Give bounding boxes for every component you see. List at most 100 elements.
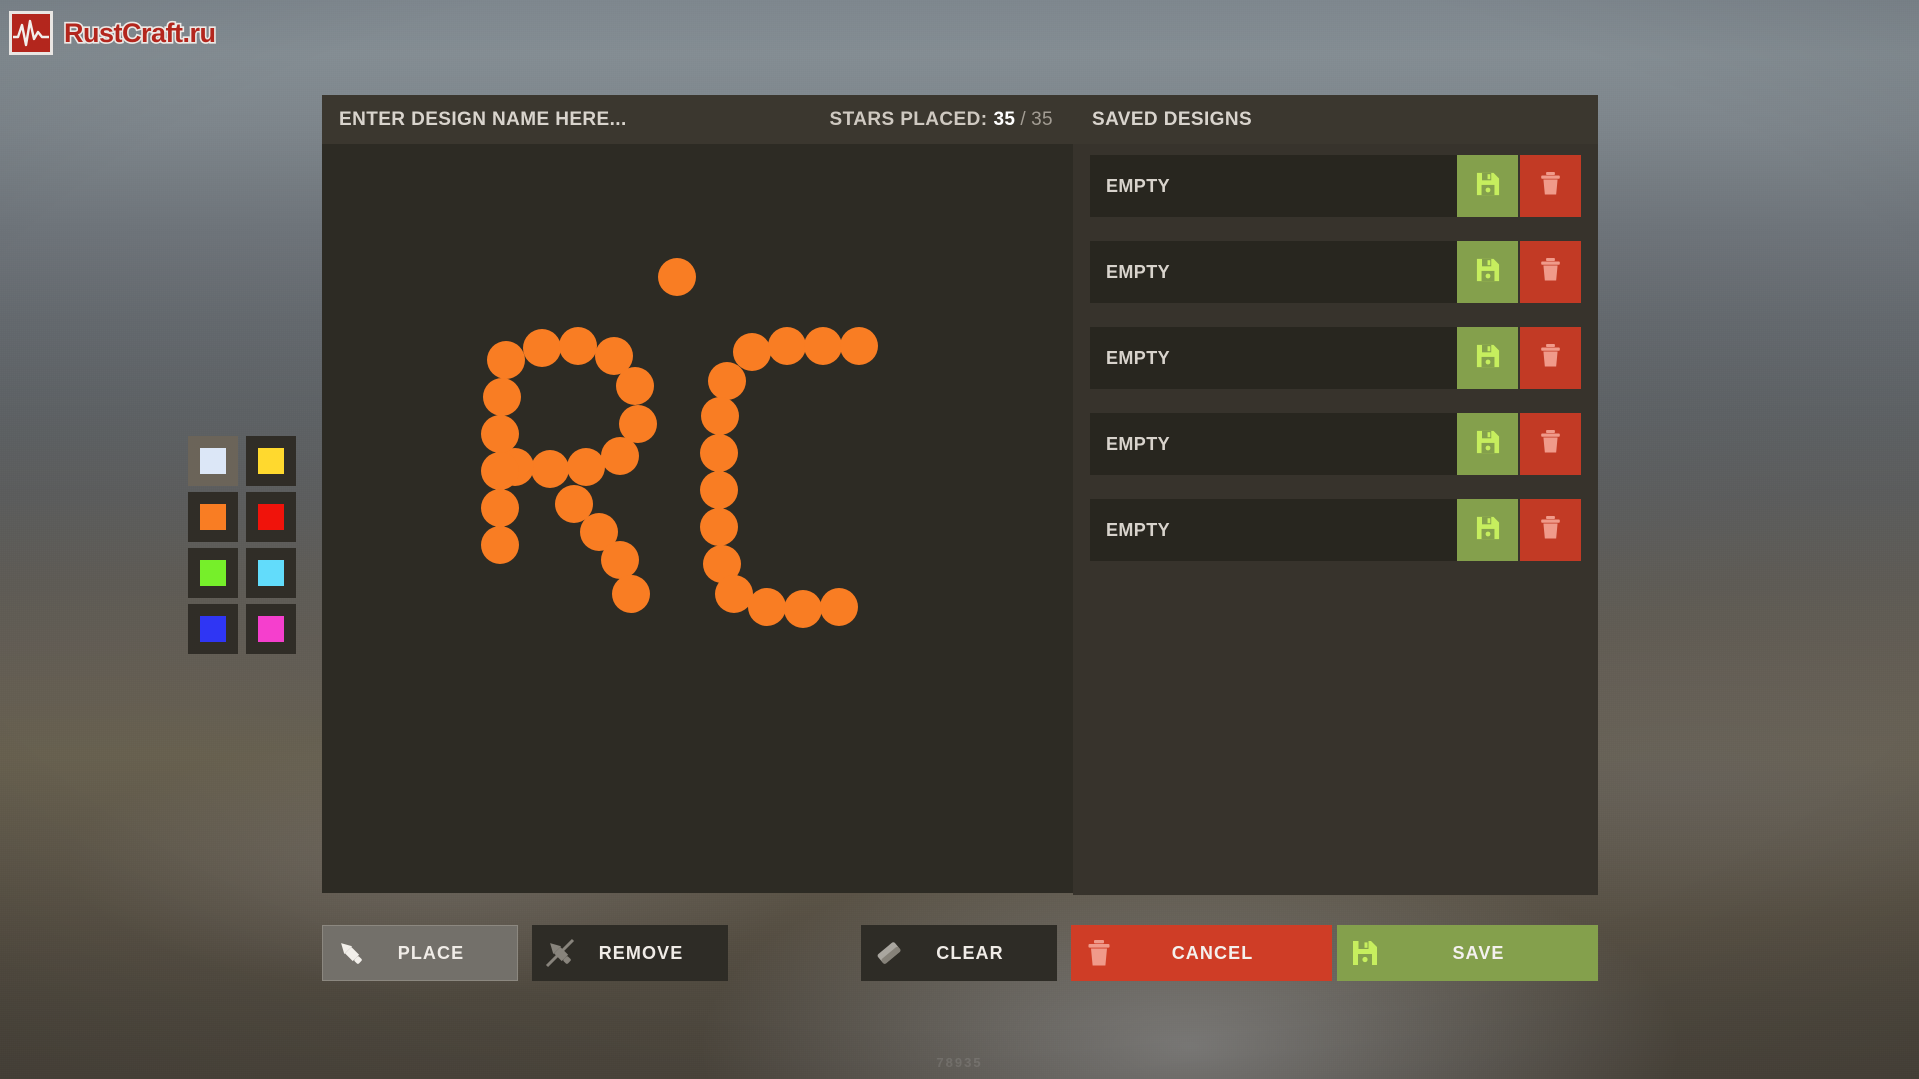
placed-star[interactable] <box>768 327 806 365</box>
saved-design-save-button[interactable] <box>1457 327 1518 389</box>
star-canvas-svg[interactable] <box>322 144 1073 893</box>
placed-star[interactable] <box>658 258 696 296</box>
saved-design-row: EMPTY <box>1090 327 1581 389</box>
saved-design-name[interactable]: EMPTY <box>1090 413 1457 475</box>
saved-design-name[interactable]: EMPTY <box>1090 155 1457 217</box>
placed-star[interactable] <box>601 541 639 579</box>
trash-icon <box>1539 515 1562 545</box>
color-swatch-blue[interactable] <box>188 604 238 654</box>
stars-placed-current: 35 <box>993 108 1016 130</box>
saved-design-name[interactable]: EMPTY <box>1090 241 1457 303</box>
placed-star[interactable] <box>612 575 650 613</box>
floppy-disk-icon <box>1476 172 1500 201</box>
color-swatch-green[interactable] <box>188 548 238 598</box>
saved-design-name[interactable]: EMPTY <box>1090 327 1457 389</box>
color-swatch-chip <box>258 448 284 474</box>
placed-star[interactable] <box>559 327 597 365</box>
color-swatch-chip <box>200 616 226 642</box>
color-swatch-chip <box>258 504 284 530</box>
placed-star[interactable] <box>700 471 738 509</box>
remove-button[interactable]: REMOVE <box>532 925 728 981</box>
saved-designs-title: SAVED DESIGNS <box>1092 108 1253 130</box>
placed-star[interactable] <box>715 575 753 613</box>
color-swatch-yellow[interactable] <box>246 436 296 486</box>
dialog-header: STARS PLACED: 35 / 35 SAVED DESIGNS <box>322 95 1598 144</box>
placed-star[interactable] <box>708 362 746 400</box>
placed-star[interactable] <box>840 327 878 365</box>
color-swatch-chip <box>258 616 284 642</box>
placed-star[interactable] <box>820 588 858 626</box>
stars-placed-separator: / <box>1020 108 1027 130</box>
saved-design-delete-button[interactable] <box>1520 413 1581 475</box>
placed-star[interactable] <box>567 448 605 486</box>
saved-design-save-button[interactable] <box>1457 155 1518 217</box>
saved-design-save-button[interactable] <box>1457 499 1518 561</box>
site-logo-text: RustCraft.ru <box>62 16 217 49</box>
placed-star[interactable] <box>619 405 657 443</box>
placed-star[interactable] <box>700 508 738 546</box>
placed-star[interactable] <box>523 329 561 367</box>
floppy-disk-icon <box>1476 516 1500 545</box>
color-swatch-chip <box>258 560 284 586</box>
place-button-label: PLACE <box>397 942 465 963</box>
floppy-disk-icon <box>1476 258 1500 287</box>
saved-design-delete-button[interactable] <box>1520 327 1581 389</box>
save-button-label: SAVE <box>1452 942 1505 963</box>
place-button[interactable]: PLACE <box>322 925 518 981</box>
trash-icon <box>1071 925 1127 981</box>
placed-star[interactable] <box>481 526 519 564</box>
saved-design-delete-button[interactable] <box>1520 155 1581 217</box>
color-swatch-cyan[interactable] <box>246 548 296 598</box>
clear-button[interactable]: CLEAR <box>861 925 1057 981</box>
saved-design-row: EMPTY <box>1090 499 1581 561</box>
design-name-input[interactable] <box>339 108 769 131</box>
placed-star[interactable] <box>784 590 822 628</box>
eraser-icon <box>861 925 917 981</box>
cancel-button[interactable]: CANCEL <box>1071 925 1332 981</box>
footer-code: 78935 <box>936 1055 983 1070</box>
firework-rocket-icon <box>323 925 379 981</box>
firework-rocket-crossed-icon <box>532 925 588 981</box>
placed-star[interactable] <box>733 333 771 371</box>
placed-star[interactable] <box>748 588 786 626</box>
color-swatch-red[interactable] <box>246 492 296 542</box>
placed-star[interactable] <box>701 397 739 435</box>
saved-design-delete-button[interactable] <box>1520 241 1581 303</box>
placed-star[interactable] <box>481 452 519 490</box>
placed-star[interactable] <box>481 415 519 453</box>
cancel-button-label: CANCEL <box>1171 942 1254 963</box>
color-swatch-chip <box>200 448 226 474</box>
floppy-disk-icon <box>1476 430 1500 459</box>
bottom-toolbar: PLACE REMOVE CLEAR CANCEL SAVE <box>322 925 1598 981</box>
placed-star[interactable] <box>481 489 519 527</box>
saved-designs-list: EMPTY EMPTY EMPTY EMPTY EMPTY <box>1073 144 1598 895</box>
color-swatch-white[interactable] <box>188 436 238 486</box>
saved-design-name[interactable]: EMPTY <box>1090 499 1457 561</box>
saved-design-row: EMPTY <box>1090 241 1581 303</box>
dialog-header-right: SAVED DESIGNS <box>1073 95 1598 144</box>
saved-design-delete-button[interactable] <box>1520 499 1581 561</box>
floppy-disk-icon <box>1337 925 1393 981</box>
placed-star[interactable] <box>804 327 842 365</box>
trash-icon <box>1539 343 1562 373</box>
trash-icon <box>1539 257 1562 287</box>
color-swatch-chip <box>200 560 226 586</box>
dialog-header-left: STARS PLACED: 35 / 35 <box>322 95 1073 144</box>
design-canvas[interactable] <box>322 144 1073 893</box>
saved-design-save-button[interactable] <box>1457 241 1518 303</box>
saved-design-save-button[interactable] <box>1457 413 1518 475</box>
pulse-line-icon <box>9 11 53 55</box>
placed-star[interactable] <box>700 434 738 472</box>
remove-button-label: REMOVE <box>598 942 684 963</box>
color-swatch-orange[interactable] <box>188 492 238 542</box>
saved-design-row: EMPTY <box>1090 413 1581 475</box>
placed-star[interactable] <box>487 341 525 379</box>
placed-star[interactable] <box>531 450 569 488</box>
placed-star[interactable] <box>601 437 639 475</box>
placed-star[interactable] <box>483 378 521 416</box>
placed-star[interactable] <box>616 367 654 405</box>
stars-placed-counter: STARS PLACED: 35 / 35 <box>830 109 1053 131</box>
firework-designer-dialog: STARS PLACED: 35 / 35 SAVED DESIGNS EMPT… <box>322 95 1598 895</box>
color-swatch-magenta[interactable] <box>246 604 296 654</box>
save-button[interactable]: SAVE <box>1337 925 1598 981</box>
